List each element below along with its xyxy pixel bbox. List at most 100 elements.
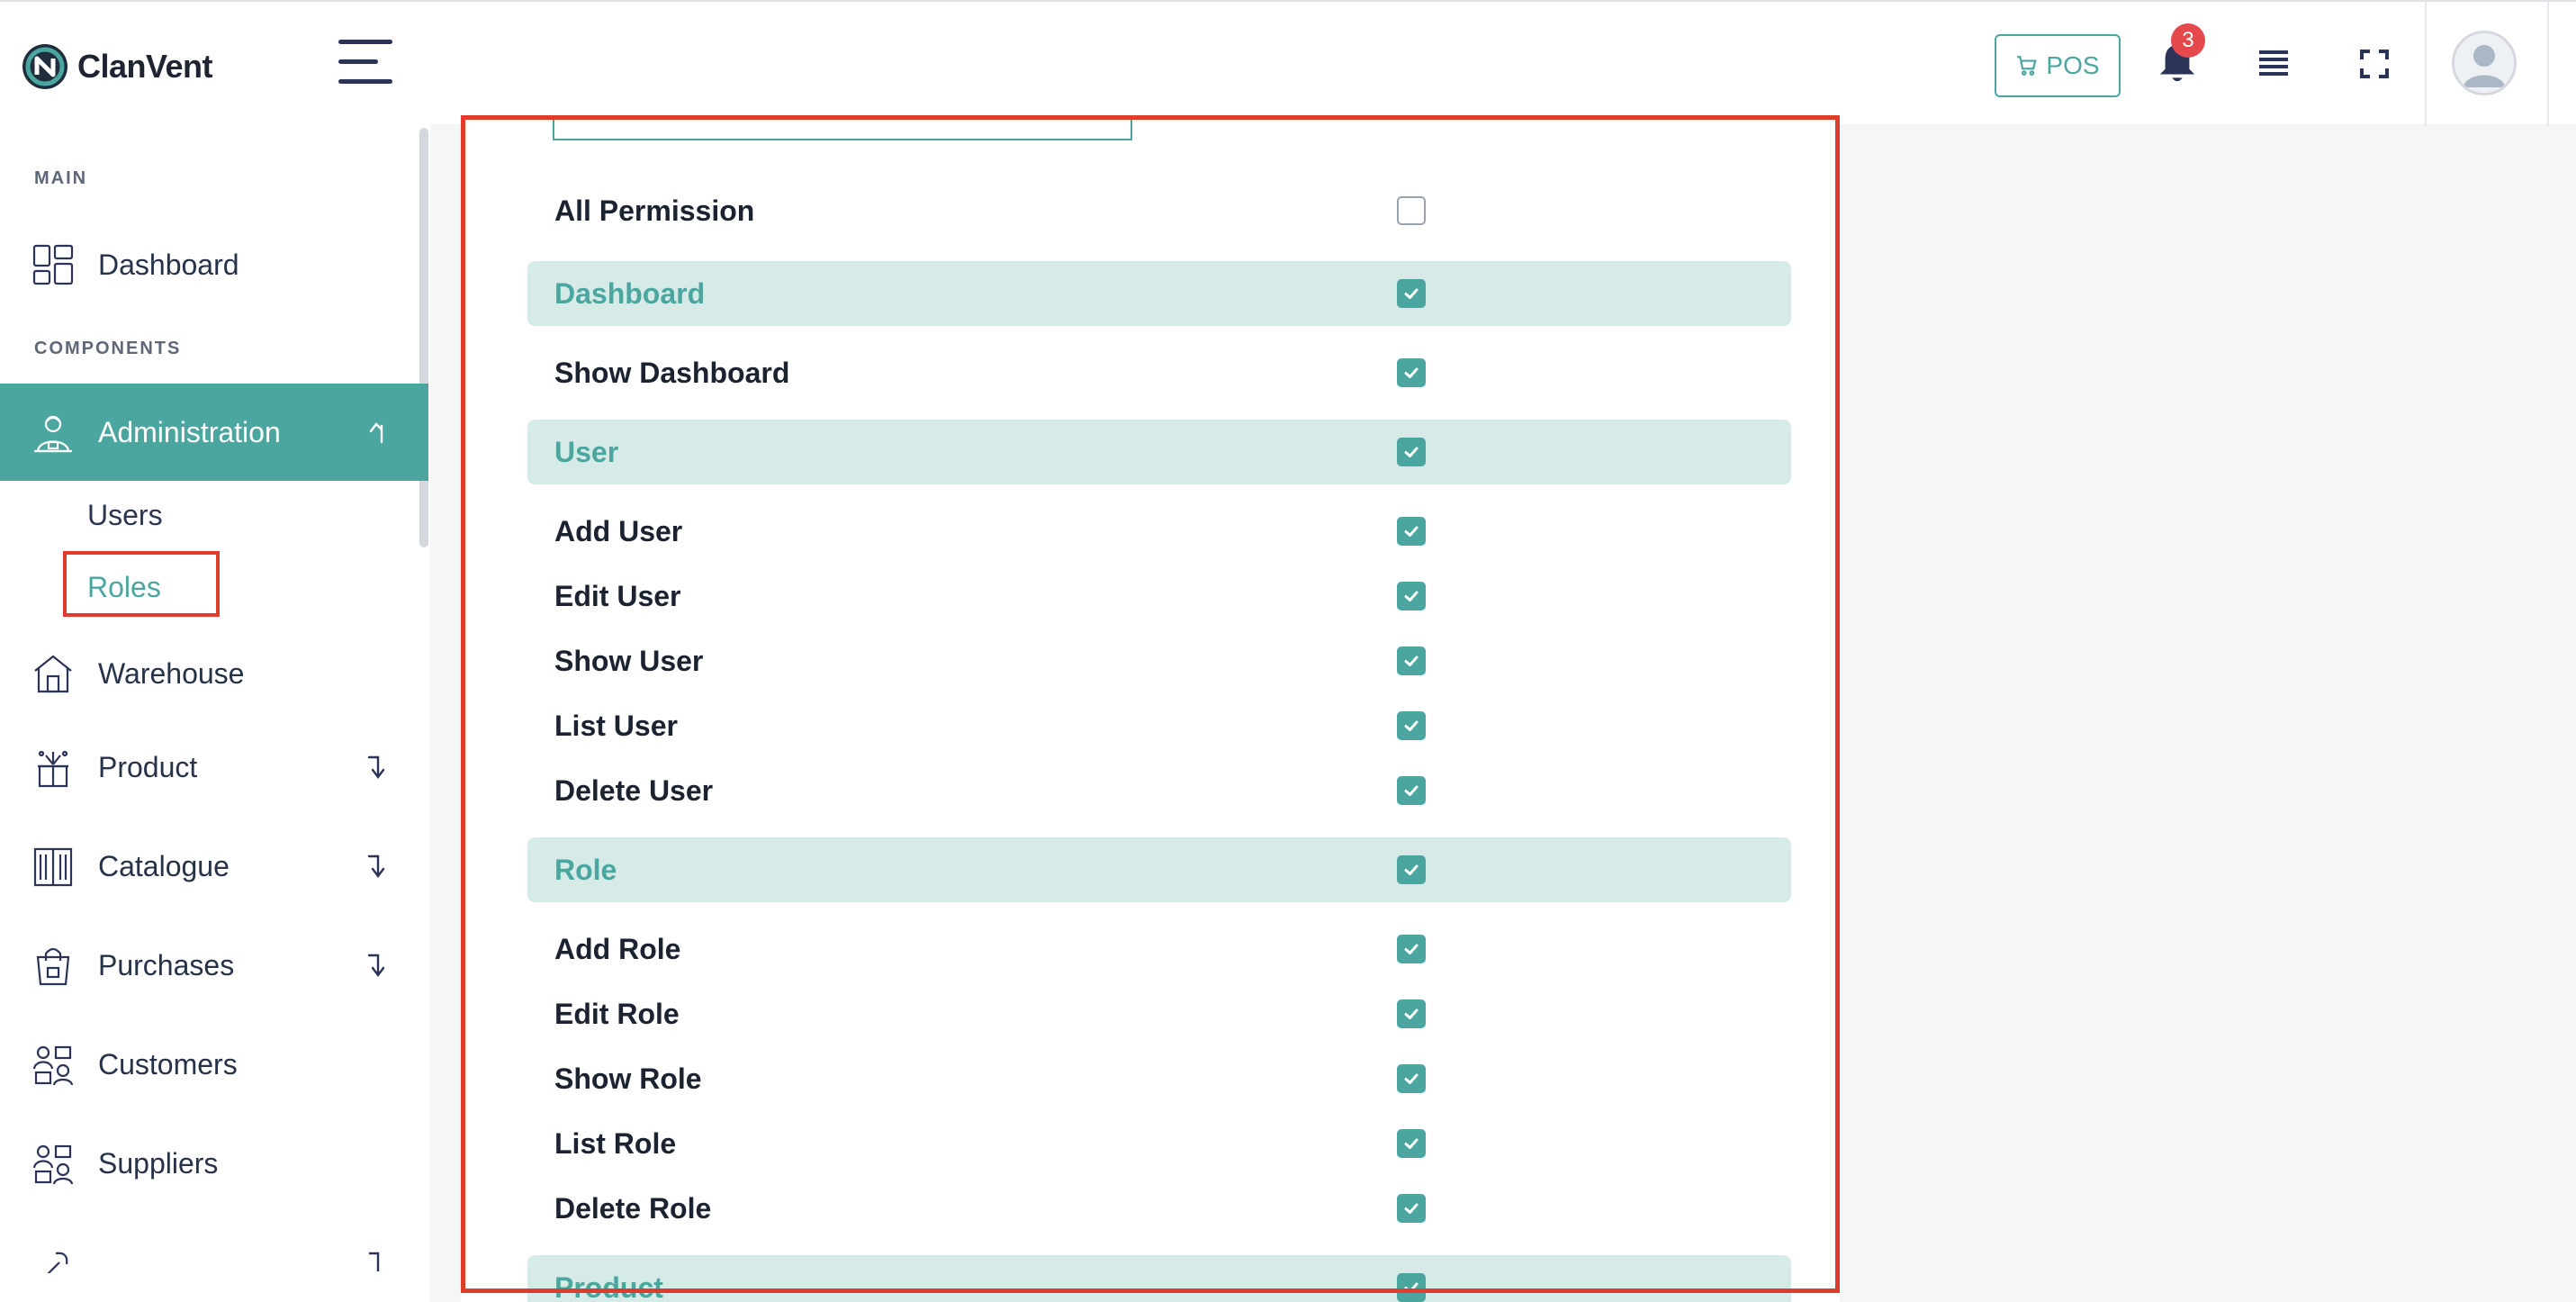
permission-row-all: All Permission (527, 178, 1791, 243)
customers-icon (32, 1045, 74, 1085)
check-icon (1404, 1138, 1419, 1149)
check-icon (1404, 591, 1419, 601)
user-avatar[interactable] (2452, 31, 2517, 95)
sidebar: MAIN Dashboard COMPONENTS Administration… (0, 124, 430, 1302)
permission-label: List Role (554, 1126, 677, 1160)
sidebar-item-label: Dashboard (98, 248, 239, 281)
permission-checkbox[interactable] (1397, 438, 1426, 466)
check-icon (1404, 785, 1419, 796)
sidebar-item-product[interactable]: Product (0, 722, 428, 812)
sidebar-item-suppliers[interactable]: Suppliers (0, 1118, 428, 1208)
permission-checkbox[interactable] (1397, 1273, 1426, 1302)
brand-logo-icon (23, 44, 68, 89)
pos-button[interactable]: POS (1995, 34, 2121, 97)
header-edge-divider (2547, 2, 2549, 126)
sidebar-item-customers[interactable]: Customers (0, 1019, 428, 1109)
warehouse-icon (34, 655, 72, 693)
purchases-icon (36, 947, 70, 986)
check-icon (1404, 864, 1419, 875)
permission-checkbox[interactable] (1397, 855, 1426, 884)
permission-row: List User (527, 693, 1791, 758)
permission-checkbox[interactable] (1397, 776, 1426, 805)
sidebar-subitem-users[interactable]: Users (87, 499, 163, 532)
sidebar-section-main: MAIN (34, 168, 88, 188)
permission-label: Show Dashboard (554, 356, 790, 389)
list-menu-icon[interactable] (2259, 49, 2288, 79)
permission-checkbox[interactable] (1397, 1194, 1426, 1223)
all-permission-checkbox[interactable] (1397, 196, 1426, 225)
permission-group-row: Product (527, 1255, 1791, 1302)
permission-checkbox[interactable] (1397, 646, 1426, 675)
permission-checkbox[interactable] (1397, 1064, 1426, 1093)
menu-toggle-icon[interactable] (338, 40, 396, 88)
permission-checkbox[interactable] (1397, 582, 1426, 610)
permission-group-label: Role (554, 853, 617, 886)
pos-label: POS (2046, 51, 2100, 79)
sidebar-item-purchases[interactable]: Purchases (0, 920, 428, 1010)
permission-checkbox[interactable] (1397, 1129, 1426, 1158)
check-icon (1404, 1073, 1419, 1084)
permission-group-row: User (527, 420, 1791, 484)
check-icon (1404, 1282, 1419, 1293)
sidebar-item-label: Purchases (98, 948, 235, 981)
permission-checkbox[interactable] (1397, 999, 1426, 1028)
permission-label: List User (554, 709, 678, 742)
permission-row: Show Role (527, 1046, 1791, 1111)
permission-group-row: Dashboard (527, 261, 1791, 326)
notification-badge: 3 (2171, 23, 2205, 58)
role-name-input[interactable] (553, 115, 1132, 140)
sidebar-item-administration[interactable]: Administration (0, 384, 428, 481)
fullscreen-icon[interactable] (2360, 50, 2389, 78)
check-icon (1404, 526, 1419, 537)
permission-row: Edit User (527, 564, 1791, 628)
permission-label: Delete User (554, 773, 714, 807)
permission-row: Delete User (527, 758, 1791, 823)
permission-label: Show Role (554, 1062, 702, 1095)
sidebar-item-label: Warehouse (98, 656, 245, 690)
sidebar-item-label: Product (98, 750, 198, 783)
brand[interactable]: ClanVent (22, 43, 213, 90)
user-avatar-icon (2463, 45, 2505, 87)
permission-row: Delete Role (527, 1176, 1791, 1241)
check-icon (1404, 447, 1419, 457)
permission-checkbox[interactable] (1397, 935, 1426, 963)
sidebar-item-catalogue[interactable]: Catalogue (0, 821, 428, 911)
check-icon (1404, 656, 1419, 666)
check-icon (1404, 288, 1419, 299)
sidebar-item-label: Suppliers (98, 1146, 219, 1180)
sidebar-item-dashboard[interactable]: Dashboard (0, 220, 428, 310)
sidebar-item-partial[interactable] (0, 1237, 428, 1273)
permission-label: Edit Role (554, 997, 680, 1030)
permission-checkbox[interactable] (1397, 358, 1426, 387)
check-icon (1404, 1008, 1419, 1019)
admin-icon (34, 415, 72, 453)
permission-label: Edit User (554, 579, 681, 612)
permission-checkbox[interactable] (1397, 279, 1426, 308)
permission-group-label: User (554, 435, 619, 468)
check-icon (1404, 367, 1419, 378)
permission-checkbox[interactable] (1397, 711, 1426, 740)
permission-row: List Role (527, 1111, 1791, 1176)
permission-label: Show User (554, 644, 704, 677)
permission-group-label: Dashboard (554, 276, 706, 310)
chevron-up-icon (369, 422, 383, 444)
permission-checkbox[interactable] (1397, 517, 1426, 546)
permission-group-label: Product (554, 1270, 663, 1302)
permission-label: All Permission (554, 194, 755, 227)
sidebar-item-warehouse[interactable]: Warehouse (0, 628, 428, 719)
catalogue-icon (33, 847, 73, 887)
permission-row: Add User (527, 499, 1791, 564)
sidebar-section-components: COMPONENTS (34, 339, 182, 358)
brand-name: ClanVent (77, 48, 213, 85)
product-icon (38, 750, 68, 788)
permission-row: Edit Role (527, 981, 1791, 1046)
sidebar-item-label: Customers (98, 1047, 238, 1080)
permission-label: Add Role (554, 932, 681, 965)
sidebar-scrollbar[interactable] (419, 128, 428, 547)
check-icon (1404, 1203, 1419, 1214)
tools-icon (47, 1252, 68, 1273)
suppliers-icon (32, 1144, 74, 1184)
permission-row: Add Role (527, 917, 1791, 981)
chevron-down-icon (367, 755, 385, 779)
top-header: ClanVent POS 3 (0, 0, 2576, 126)
